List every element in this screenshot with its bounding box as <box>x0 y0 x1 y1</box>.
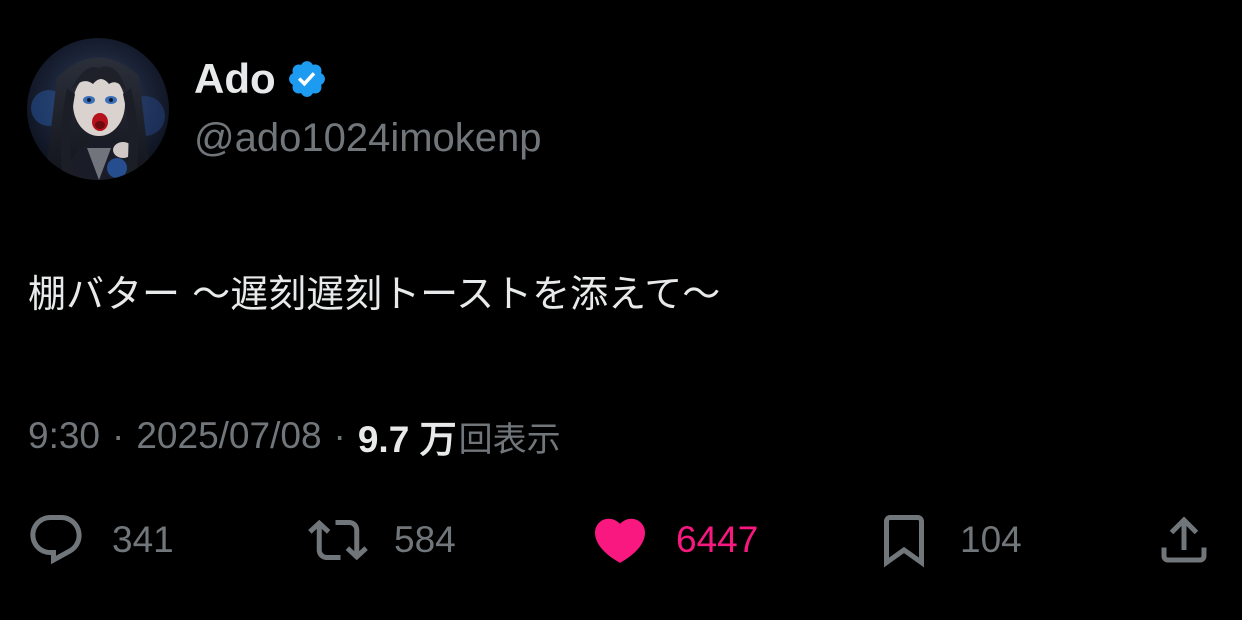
reply-icon <box>26 510 86 570</box>
bookmark-count: 104 <box>960 519 1022 560</box>
share-button[interactable] <box>1154 508 1214 572</box>
reply-button[interactable]: 341 <box>26 508 174 572</box>
bookmark-icon <box>874 510 934 570</box>
avatar[interactable] <box>27 38 169 180</box>
repost-count: 584 <box>394 519 456 560</box>
views-count[interactable]: 9.7 万 <box>358 409 457 463</box>
bookmark-button[interactable]: 104 <box>874 508 1022 572</box>
tweet-card: Ado @ado1024imokenp 棚バター 〜遅刻遅刻トーストを添えて〜 … <box>0 0 1242 620</box>
verified-badge-icon <box>286 58 328 100</box>
tweet-meta: 9:30 · 2025/07/08 · 9.7 万 回表示 <box>28 410 561 462</box>
tweet-date[interactable]: 2025/07/08 <box>136 415 321 457</box>
tweet-text: 棚バター 〜遅刻遅刻トーストを添えて〜 <box>28 272 721 316</box>
action-bar: 341 584 6447 104 <box>0 508 1242 572</box>
meta-separator: · <box>333 415 346 456</box>
repost-button[interactable]: 584 <box>308 508 456 572</box>
avatar-image <box>27 38 169 180</box>
like-count: 6447 <box>676 519 759 560</box>
repost-icon <box>308 510 368 570</box>
display-name[interactable]: Ado <box>194 55 276 103</box>
tweet-time[interactable]: 9:30 <box>28 415 100 457</box>
views-label: 回表示 <box>458 419 561 460</box>
meta-separator: · <box>112 415 125 456</box>
heart-icon <box>590 510 650 570</box>
like-button[interactable]: 6447 <box>590 508 758 572</box>
author-handle[interactable]: @ado1024imokenp <box>194 116 542 161</box>
share-icon <box>1154 510 1214 570</box>
author-name-row: Ado <box>194 54 328 104</box>
reply-count: 341 <box>112 519 174 560</box>
